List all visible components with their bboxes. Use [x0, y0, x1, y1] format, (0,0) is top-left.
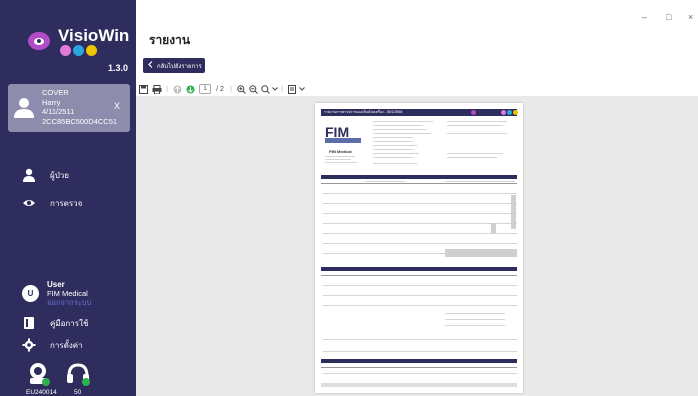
pdf-viewer[interactable]: รายงานการตรวจการมองเห็นด้วยเครื่อง - 05/… — [136, 96, 698, 396]
nav-item-label: ผู้ป่วย — [50, 170, 69, 180]
previous-page-icon[interactable] — [171, 83, 184, 95]
logo-dot-pink-icon — [60, 45, 71, 56]
app-version: 1.3.0 — [108, 63, 129, 73]
back-to-list-button[interactable]: กลับไปยังรายการ — [143, 58, 205, 73]
close-patient-button[interactable]: X — [114, 101, 120, 111]
svg-text:FIM: FIM — [325, 124, 349, 140]
chevron-down-icon[interactable] — [271, 83, 278, 95]
chevron-left-icon — [148, 61, 153, 70]
book-icon — [22, 316, 36, 330]
chevron-down-icon[interactable] — [298, 83, 305, 95]
patient-id: 2CC85BC500D4CC51 — [42, 116, 118, 126]
patient-avatar-icon — [14, 98, 34, 118]
patient-info: COVER Harry 4/11/2511 2CC85BC500D4CC51 — [42, 88, 117, 126]
sidebar: VisioWin 1.3.0 COVER Harry 4/11/2511 2CC… — [0, 0, 136, 396]
nav-item-settings[interactable]: การตั้งค่า — [22, 338, 83, 352]
save-icon[interactable] — [137, 83, 150, 95]
zoom-in-icon[interactable] — [235, 83, 247, 95]
nav-item-exam[interactable]: การตรวจ — [22, 196, 82, 210]
fim-medical-logo: FIM — [325, 124, 361, 143]
logo-dot-blue-icon — [73, 45, 84, 56]
back-button-label: กลับไปยังรายการ — [157, 63, 202, 70]
report-brand-name: FIM Medical — [329, 149, 352, 154]
app-logo-text: VisioWin — [58, 26, 130, 45]
nav-item-patient[interactable]: ผู้ป่วย — [22, 168, 69, 182]
patient-first-name: Harry — [42, 97, 61, 107]
logout-link[interactable]: ออกจากระบบ — [47, 298, 91, 307]
report-dot-icon — [513, 110, 518, 115]
report-header-bar: รายงานการตรวจการมองเห็นด้วยเครื่อง - 05/… — [321, 109, 517, 116]
nav-item-label: คู่มือการใช้ — [50, 318, 89, 328]
device-headset-icon[interactable] — [26, 362, 50, 386]
user-org: FIM Medical — [47, 289, 88, 298]
eye-icon — [22, 196, 36, 210]
page-view-icon[interactable] — [286, 83, 298, 95]
report-dot-icon — [507, 110, 512, 115]
report-page: รายงานการตรวจการมองเห็นด้วยเครื่อง - 05/… — [315, 103, 523, 393]
zoom-menu-icon[interactable] — [259, 83, 271, 95]
print-icon[interactable] — [150, 83, 163, 95]
report-section-bar — [321, 267, 517, 271]
report-logo-icon — [471, 110, 476, 115]
minimize-button[interactable]: – — [642, 12, 647, 22]
device-battery-label: 50 — [74, 389, 82, 396]
patient-last-name: COVER — [42, 88, 69, 97]
page-title: รายงาน — [149, 33, 191, 47]
user-name: User — [47, 280, 65, 289]
report-section-bar — [321, 359, 517, 363]
page-total: / 2 — [216, 85, 224, 93]
nav-item-manual[interactable]: คู่มือการใช้ — [22, 316, 88, 330]
device-headphone-icon[interactable] — [66, 362, 90, 386]
report-dot-icon — [501, 110, 506, 115]
gear-icon — [22, 338, 36, 352]
nav-item-label: การตั้งค่า — [50, 340, 83, 350]
logo-dots — [60, 45, 97, 56]
maximize-button[interactable]: □ — [666, 12, 671, 22]
visiowin-eye-logo-icon — [28, 32, 50, 50]
main-content: – □ × รายงาน กลับไปยังรายการ | 1 / 2 | |… — [136, 0, 698, 396]
device-id-label: EU240014 — [26, 389, 57, 396]
active-patient-card[interactable]: COVER Harry 4/11/2511 2CC85BC500D4CC51 X — [8, 84, 130, 132]
report-section-bar — [321, 175, 517, 179]
next-page-icon[interactable] — [184, 83, 197, 95]
user-info: User FIM Medical ออกจากระบบ — [47, 280, 91, 307]
logo-dot-yellow-icon — [86, 45, 97, 56]
nav-item-label: การตรวจ — [50, 198, 83, 208]
pdf-toolbar: | 1 / 2 | | — [136, 82, 698, 96]
patient-birthdate: 4/11/2511 — [42, 107, 75, 116]
zoom-out-icon[interactable] — [247, 83, 259, 95]
page-number-input[interactable]: 1 — [199, 84, 211, 94]
person-icon — [22, 168, 36, 182]
report-footer — [321, 383, 517, 387]
user-avatar: U — [22, 285, 39, 302]
close-window-button[interactable]: × — [688, 12, 693, 22]
